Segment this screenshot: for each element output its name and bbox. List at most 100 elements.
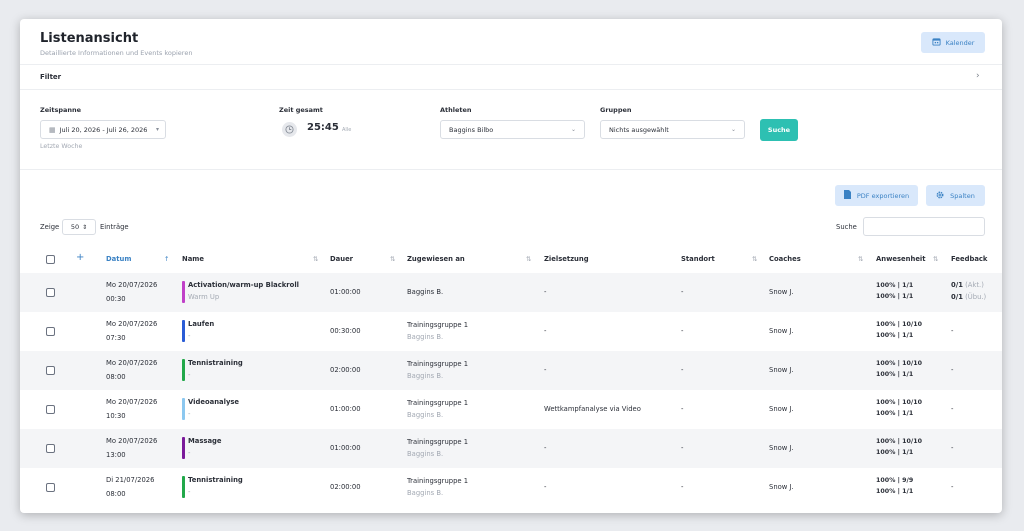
zeitspanne-value: Juli 20, 2026 - Juli 26, 2026	[59, 125, 148, 134]
column-header-name[interactable]: Name	[182, 255, 204, 263]
row-event-category: -	[188, 371, 191, 379]
row-event-name[interactable]: Massage	[188, 435, 222, 447]
row-assigned-sub: Baggins B.	[407, 489, 444, 497]
row-location: -	[681, 327, 684, 335]
column-header-standort[interactable]: Standort	[681, 255, 715, 263]
sort-icon[interactable]: ⇅	[313, 255, 318, 263]
zeitspanne-hint[interactable]: Letzte Woche	[40, 143, 82, 150]
row-coach: Snow J.	[769, 366, 794, 374]
row-date: Mo 20/07/2026	[106, 398, 158, 406]
row-feedback: -	[951, 444, 954, 452]
row-date: Mo 20/07/2026	[106, 281, 158, 289]
calendar-button[interactable]: Kalender	[921, 32, 985, 53]
entries-per-page-select[interactable]: 50 ⇕	[62, 219, 96, 235]
row-event-category: Warm Up	[188, 293, 220, 301]
pdf-export-label: PDF exportieren	[856, 191, 910, 200]
list-view-card: Listenansicht Detaillierte Informationen…	[20, 19, 1002, 513]
row-event-category: -	[188, 410, 191, 418]
sort-icon[interactable]: ⇅	[752, 255, 757, 263]
row-event-name[interactable]: Activation/warm-up Blackroll	[188, 279, 299, 291]
calendar-small-icon: ▦	[49, 125, 56, 134]
row-attendance-2: 100% | 1/1	[876, 449, 914, 456]
row-duration: 02:00:00	[330, 483, 361, 491]
row-feedback-1[interactable]: 0/1	[951, 281, 963, 289]
sort-asc-icon[interactable]: ↑	[164, 255, 169, 263]
row-event-category: -	[188, 332, 191, 340]
row-attendance-2: 100% | 1/1	[876, 488, 914, 495]
search-button[interactable]: Suche	[760, 119, 798, 141]
search-input[interactable]	[863, 217, 985, 236]
column-header-datum[interactable]: Datum	[106, 255, 131, 263]
row-coach: Snow J.	[769, 288, 794, 296]
table-row[interactable]: Mo 20/07/2026 08:00 Tennistraining - 02:00:0…	[20, 351, 1002, 390]
row-duration: 00:30:00	[330, 327, 361, 335]
sort-icon[interactable]: ⇅	[390, 255, 395, 263]
sort-icon[interactable]: ⇅	[858, 255, 863, 263]
pdf-export-button[interactable]: PDF exportieren	[835, 185, 918, 206]
row-attendance-2: 100% | 1/1	[876, 332, 914, 339]
row-checkbox[interactable]	[46, 366, 55, 375]
gruppen-label: Gruppen	[600, 106, 632, 114]
table-row[interactable]: Mo 20/07/2026 00:30 Activation/warm-up Bla…	[20, 273, 1002, 312]
row-checkbox[interactable]	[46, 483, 55, 492]
column-header-anwesenheit[interactable]: Anwesenheit	[876, 255, 926, 263]
athleten-select[interactable]: Baggins Bilbo ⌄	[440, 120, 585, 139]
row-attendance-2: 100% | 1/1	[876, 410, 914, 417]
table-row[interactable]: Mo 20/07/2026 07:30 Laufen - 00:30:00 Trainin…	[20, 312, 1002, 351]
row-checkbox[interactable]	[46, 327, 55, 336]
entries-label: Einträge	[100, 223, 129, 231]
zeit-gesamt-label: Zeit gesamt	[279, 106, 323, 114]
row-assigned-sub: Baggins B.	[407, 450, 444, 458]
column-header-zugewiesen[interactable]: Zugewiesen an	[407, 255, 465, 263]
row-time: 08:00	[106, 490, 126, 498]
row-goal: -	[544, 327, 547, 335]
row-checkbox[interactable]	[46, 405, 55, 414]
row-event-name[interactable]: Tennistraining	[188, 474, 243, 486]
add-icon[interactable]: +	[76, 252, 84, 263]
row-location: -	[681, 483, 684, 491]
row-checkbox[interactable]	[46, 444, 55, 453]
row-coach: Snow J.	[769, 483, 794, 491]
filter-toggle[interactable]: Filter	[40, 73, 61, 81]
row-time: 00:30	[106, 295, 126, 303]
row-feedback-2[interactable]: 0/1	[951, 293, 963, 301]
row-duration: 01:00:00	[330, 405, 361, 413]
row-assigned: Trainingsgruppe 1	[407, 360, 469, 368]
column-header-feedback[interactable]: Feedback	[951, 255, 987, 263]
row-time: 07:30	[106, 334, 126, 342]
row-event-name[interactable]: Laufen	[188, 318, 214, 330]
column-header-zielsetzung[interactable]: Zielsetzung	[544, 255, 589, 263]
column-header-dauer[interactable]: Dauer	[330, 255, 353, 263]
columns-button[interactable]: Spalten	[926, 185, 985, 206]
gruppen-value: Nichts ausgewählt	[609, 125, 669, 134]
chevron-right-icon[interactable]: ›	[976, 71, 980, 81]
row-assigned-sub: Baggins B.	[407, 411, 444, 419]
row-assigned: Trainingsgruppe 1	[407, 438, 469, 446]
sort-icon[interactable]: ⇅	[933, 255, 938, 263]
table-row[interactable]: Mo 20/07/2026 13:00 Massage - 01:00:00 Traini…	[20, 429, 1002, 468]
row-date: Mo 20/07/2026	[106, 437, 158, 445]
row-goal: -	[544, 366, 547, 374]
row-goal: Wettkampfanalyse via Video	[544, 405, 641, 413]
page-subtitle: Detaillierte Informationen und Events ko…	[40, 49, 193, 57]
show-label: Zeige	[40, 223, 60, 231]
gruppen-select[interactable]: Nichts ausgewählt ⌄	[600, 120, 745, 139]
sort-icon[interactable]: ⇅	[526, 255, 531, 263]
row-attendance-2: 100% | 1/1	[876, 371, 914, 378]
row-assigned: Trainingsgruppe 1	[407, 477, 469, 485]
gear-icon	[936, 191, 944, 201]
zeit-gesamt-value: 25:45	[307, 122, 339, 133]
row-event-name[interactable]: Videoanalyse	[188, 396, 239, 408]
zeitspanne-select[interactable]: ▦ Juli 20, 2026 - Juli 26, 2026 ▾	[40, 120, 166, 139]
row-duration: 02:00:00	[330, 366, 361, 374]
column-header-coaches[interactable]: Coaches	[769, 255, 801, 263]
row-checkbox[interactable]	[46, 288, 55, 297]
row-location: -	[681, 366, 684, 374]
row-assigned: Trainingsgruppe 1	[407, 399, 469, 407]
row-duration: 01:00:00	[330, 288, 361, 296]
table-row[interactable]: Mo 20/07/2026 10:30 Videoanalyse - 01:00:00 T…	[20, 390, 1002, 429]
document-icon	[843, 190, 851, 201]
select-all-checkbox[interactable]	[46, 255, 55, 264]
table-row[interactable]: Di 21/07/2026 08:00 Tennistraining - 02:00:0…	[20, 468, 1002, 507]
row-event-name[interactable]: Tennistraining	[188, 357, 243, 369]
